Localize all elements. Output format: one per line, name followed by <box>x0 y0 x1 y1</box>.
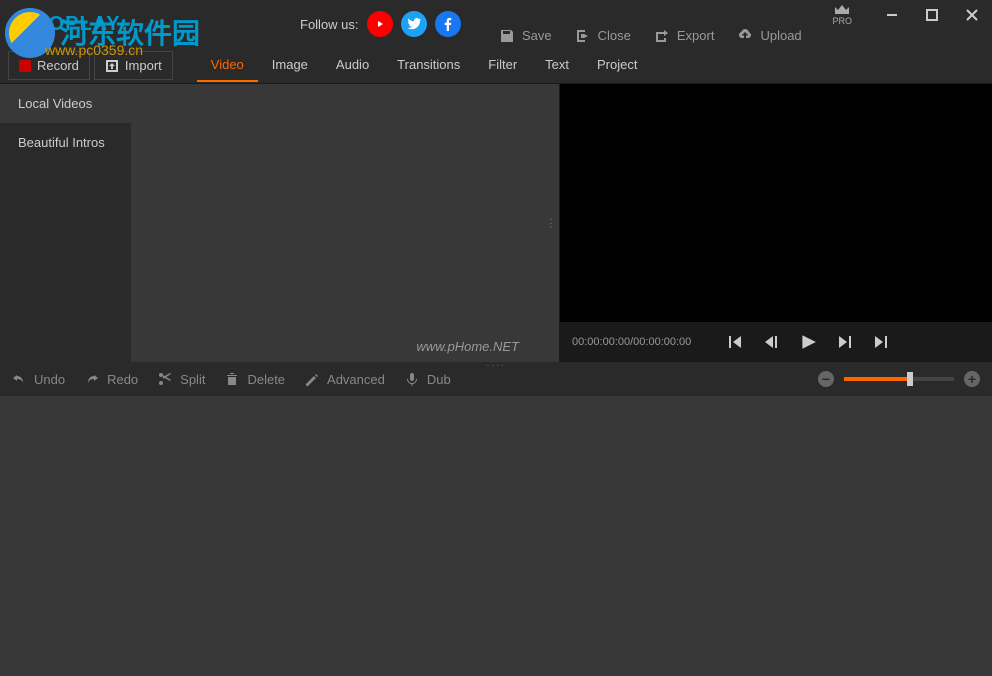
export-button[interactable]: Export <box>655 28 715 43</box>
preview-video[interactable] <box>560 84 992 322</box>
record-button[interactable]: Record <box>8 51 90 80</box>
follow-section: Follow us: <box>300 11 461 37</box>
sidebar-item-beautiful-intros[interactable]: Beautiful Intros <box>0 123 131 162</box>
next-frame-button[interactable] <box>837 333 853 351</box>
pro-badge[interactable]: PRO <box>832 4 852 26</box>
app-logo: GOPLAY <box>16 13 121 36</box>
delete-button[interactable]: Delete <box>225 372 285 387</box>
panel-resize-handle[interactable]: ⋮ <box>545 216 557 230</box>
upload-button[interactable]: Upload <box>738 28 801 43</box>
record-icon <box>19 60 31 72</box>
youtube-icon[interactable] <box>367 11 393 37</box>
skip-start-button[interactable] <box>727 333 743 351</box>
zoom-slider[interactable] <box>844 377 954 381</box>
zoom-slider-thumb[interactable] <box>907 372 913 386</box>
skip-end-button[interactable] <box>873 333 889 351</box>
minimize-button[interactable] <box>872 0 912 30</box>
dub-button[interactable]: Dub <box>405 372 451 387</box>
facebook-icon[interactable] <box>435 11 461 37</box>
tab-audio[interactable]: Audio <box>322 49 383 82</box>
zoom-slider-fill <box>844 377 910 381</box>
media-panel: ⋮ www.pHome.NET <box>131 84 560 362</box>
content-area: Local Videos Beautiful Intros ⋮ www.pHom… <box>0 84 992 362</box>
timeline[interactable] <box>0 396 992 676</box>
tab-filter[interactable]: Filter <box>474 49 531 82</box>
play-controls <box>727 333 889 351</box>
media-tabs: Video Image Audio Transitions Filter Tex… <box>197 49 652 82</box>
tab-image[interactable]: Image <box>258 49 322 82</box>
tab-project[interactable]: Project <box>583 49 651 82</box>
close-window-button[interactable] <box>952 0 992 30</box>
follow-label: Follow us: <box>300 17 359 32</box>
preview-controls: 00:00:00:00/00:00:00:00 <box>560 322 992 362</box>
prev-frame-button[interactable] <box>763 333 779 351</box>
tab-transitions[interactable]: Transitions <box>383 49 474 82</box>
zoom-out-button[interactable]: − <box>818 371 834 387</box>
zoom-in-button[interactable]: + <box>964 371 980 387</box>
maximize-button[interactable] <box>912 0 952 30</box>
preview-panel: 00:00:00:00/00:00:00:00 <box>560 84 992 362</box>
twitter-icon[interactable] <box>401 11 427 37</box>
close-button[interactable]: Close <box>576 28 631 43</box>
undo-button[interactable]: Undo <box>12 372 65 387</box>
redo-button[interactable]: Redo <box>85 372 138 387</box>
timecode: 00:00:00:00/00:00:00:00 <box>572 336 691 348</box>
save-button[interactable]: Save <box>500 28 552 43</box>
top-actions: Save Close Export Upload <box>500 28 802 43</box>
main-toolbar: Record Import Video Image Audio Transiti… <box>0 48 992 84</box>
advanced-button[interactable]: Advanced <box>305 372 385 387</box>
watermark-text: www.pHome.NET <box>416 339 519 354</box>
edit-toolbar: Undo Redo Split Delete Advanced Dub − + <box>0 362 992 396</box>
zoom-controls: − + <box>818 371 980 387</box>
window-controls: PRO <box>832 0 992 30</box>
sidebar-item-local-videos[interactable]: Local Videos <box>0 84 131 123</box>
tab-text[interactable]: Text <box>531 49 583 82</box>
play-button[interactable] <box>799 333 817 351</box>
sidebar: Local Videos Beautiful Intros <box>0 84 131 362</box>
title-bar: GOPLAY Follow us: Save Close Export Uplo… <box>0 0 992 48</box>
split-button[interactable]: Split <box>158 372 205 387</box>
tab-video[interactable]: Video <box>197 49 258 82</box>
import-button[interactable]: Import <box>94 51 173 80</box>
